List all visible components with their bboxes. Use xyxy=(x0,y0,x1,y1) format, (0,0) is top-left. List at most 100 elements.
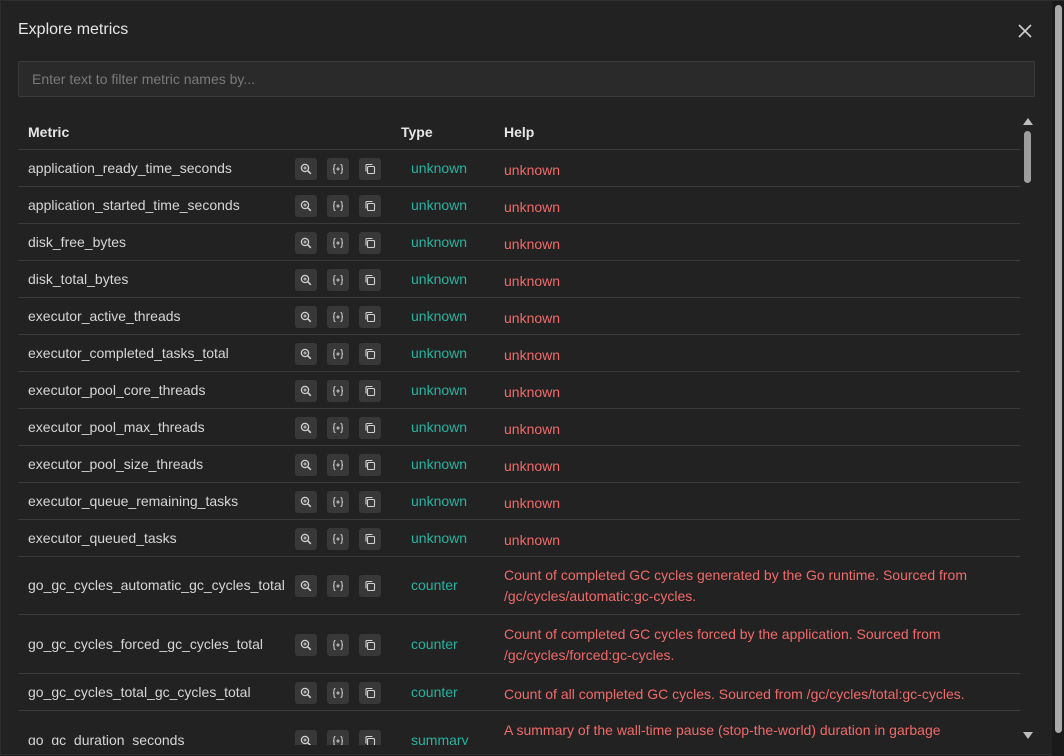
table-scroll-thumb[interactable] xyxy=(1024,131,1031,183)
row-actions xyxy=(295,158,381,180)
metric-help: unknown xyxy=(504,162,561,178)
insert-braces-icon[interactable] xyxy=(327,306,349,328)
row-actions xyxy=(295,454,381,476)
insert-braces-icon[interactable] xyxy=(327,269,349,291)
insert-braces-icon[interactable] xyxy=(327,158,349,180)
insert-braces-icon[interactable] xyxy=(327,232,349,254)
row-actions xyxy=(295,269,381,291)
copy-icon[interactable] xyxy=(359,417,381,439)
metric-name[interactable]: go_gc_cycles_total_gc_cycles_total xyxy=(28,684,251,700)
insert-braces-icon[interactable] xyxy=(327,417,349,439)
metric-type: unknown xyxy=(411,308,468,324)
insert-braces-icon[interactable] xyxy=(327,454,349,476)
insert-braces-icon[interactable] xyxy=(327,634,349,656)
table-row: executor_queue_remaining_tasks unknown unk… xyxy=(18,483,1020,520)
metric-help: A summary of the wall-time pause (stop-t… xyxy=(504,722,941,738)
metric-type: counter xyxy=(411,577,458,593)
insert-braces-icon[interactable] xyxy=(327,491,349,513)
zoom-in-icon[interactable] xyxy=(295,454,317,476)
metric-name[interactable]: disk_total_bytes xyxy=(28,271,128,287)
copy-icon[interactable] xyxy=(359,269,381,291)
scroll-down-arrow-icon[interactable] xyxy=(1023,732,1033,739)
scroll-up-arrow-icon[interactable] xyxy=(1023,118,1033,125)
metric-type: unknown xyxy=(411,530,468,546)
metric-name[interactable]: executor_pool_max_threads xyxy=(28,419,205,435)
insert-braces-icon[interactable] xyxy=(327,380,349,402)
table-row: executor_pool_core_threads unknown unknown xyxy=(18,372,1020,409)
table-header: Metric Type Help xyxy=(18,113,1020,150)
insert-braces-icon[interactable] xyxy=(327,528,349,550)
zoom-in-icon[interactable] xyxy=(295,634,317,656)
copy-icon[interactable] xyxy=(359,195,381,217)
insert-braces-icon[interactable] xyxy=(327,343,349,365)
zoom-in-icon[interactable] xyxy=(295,158,317,180)
close-icon xyxy=(1018,24,1032,38)
zoom-in-icon[interactable] xyxy=(295,730,317,745)
metric-type: unknown xyxy=(411,345,468,361)
copy-icon[interactable] xyxy=(359,682,381,704)
page-scroll-thumb[interactable] xyxy=(1055,5,1062,733)
copy-icon[interactable] xyxy=(359,306,381,328)
table-row: go_gc_cycles_forced_gc_cycles_total count… xyxy=(18,615,1020,674)
zoom-in-icon[interactable] xyxy=(295,575,317,597)
copy-icon[interactable] xyxy=(359,380,381,402)
close-button[interactable] xyxy=(1015,21,1035,41)
copy-icon[interactable] xyxy=(359,575,381,597)
metric-name[interactable]: go_gc_cycles_forced_gc_cycles_total xyxy=(28,636,263,652)
metric-type: unknown xyxy=(411,234,468,250)
metric-type: summary xyxy=(411,732,469,745)
table-scrollbar[interactable] xyxy=(1020,115,1035,743)
metric-name[interactable]: executor_queue_remaining_tasks xyxy=(28,493,238,509)
header-help: Help xyxy=(504,124,535,140)
metric-name[interactable]: go_gc_duration_seconds xyxy=(28,732,184,745)
zoom-in-icon[interactable] xyxy=(295,491,317,513)
metric-type: unknown xyxy=(411,493,468,509)
zoom-in-icon[interactable] xyxy=(295,343,317,365)
metric-name[interactable]: executor_active_threads xyxy=(28,308,181,324)
metric-name[interactable]: executor_queued_tasks xyxy=(28,530,177,546)
zoom-in-icon[interactable] xyxy=(295,417,317,439)
zoom-in-icon[interactable] xyxy=(295,195,317,217)
table-row: disk_total_bytes unknown unknown xyxy=(18,261,1020,298)
copy-icon[interactable] xyxy=(359,158,381,180)
copy-icon[interactable] xyxy=(359,491,381,513)
metric-name[interactable]: executor_pool_core_threads xyxy=(28,382,205,398)
copy-icon[interactable] xyxy=(359,634,381,656)
copy-icon[interactable] xyxy=(359,232,381,254)
table-row: executor_pool_max_threads unknown unknown xyxy=(18,409,1020,446)
insert-braces-icon[interactable] xyxy=(327,730,349,745)
row-actions xyxy=(295,730,381,745)
copy-icon[interactable] xyxy=(359,454,381,476)
table-row: executor_queued_tasks unknown unknown xyxy=(18,520,1020,557)
metric-name[interactable]: application_ready_time_seconds xyxy=(28,160,232,176)
metric-name[interactable]: executor_completed_tasks_total xyxy=(28,345,229,361)
metrics-table[interactable]: Metric Type Help application_ready_time_… xyxy=(18,113,1020,745)
table-row: application_ready_time_seconds unknown unk… xyxy=(18,150,1020,187)
table-row: disk_free_bytes unknown unknown xyxy=(18,224,1020,261)
metric-name[interactable]: application_started_time_seconds xyxy=(28,197,240,213)
metric-help: unknown xyxy=(504,199,561,215)
metric-type: counter xyxy=(411,636,458,652)
insert-braces-icon[interactable] xyxy=(327,682,349,704)
copy-icon[interactable] xyxy=(359,528,381,550)
metric-type: unknown xyxy=(411,419,468,435)
copy-icon[interactable] xyxy=(359,343,381,365)
zoom-in-icon[interactable] xyxy=(295,306,317,328)
insert-braces-icon[interactable] xyxy=(327,195,349,217)
metric-help: unknown xyxy=(504,347,561,363)
zoom-in-icon[interactable] xyxy=(295,269,317,291)
table-body: application_ready_time_seconds unknown unk… xyxy=(18,150,1020,745)
zoom-in-icon[interactable] xyxy=(295,232,317,254)
page-scrollbar[interactable] xyxy=(1052,1,1064,756)
metric-name[interactable]: disk_free_bytes xyxy=(28,234,126,250)
zoom-in-icon[interactable] xyxy=(295,528,317,550)
metric-name[interactable]: executor_pool_size_threads xyxy=(28,456,203,472)
metric-filter-input[interactable] xyxy=(18,61,1035,97)
metric-name[interactable]: go_gc_cycles_automatic_gc_cycles_total xyxy=(28,577,285,593)
zoom-in-icon[interactable] xyxy=(295,380,317,402)
zoom-in-icon[interactable] xyxy=(295,682,317,704)
copy-icon[interactable] xyxy=(359,730,381,745)
insert-braces-icon[interactable] xyxy=(327,575,349,597)
row-actions xyxy=(295,491,381,513)
table-row: executor_completed_tasks_total unknown unk… xyxy=(18,335,1020,372)
